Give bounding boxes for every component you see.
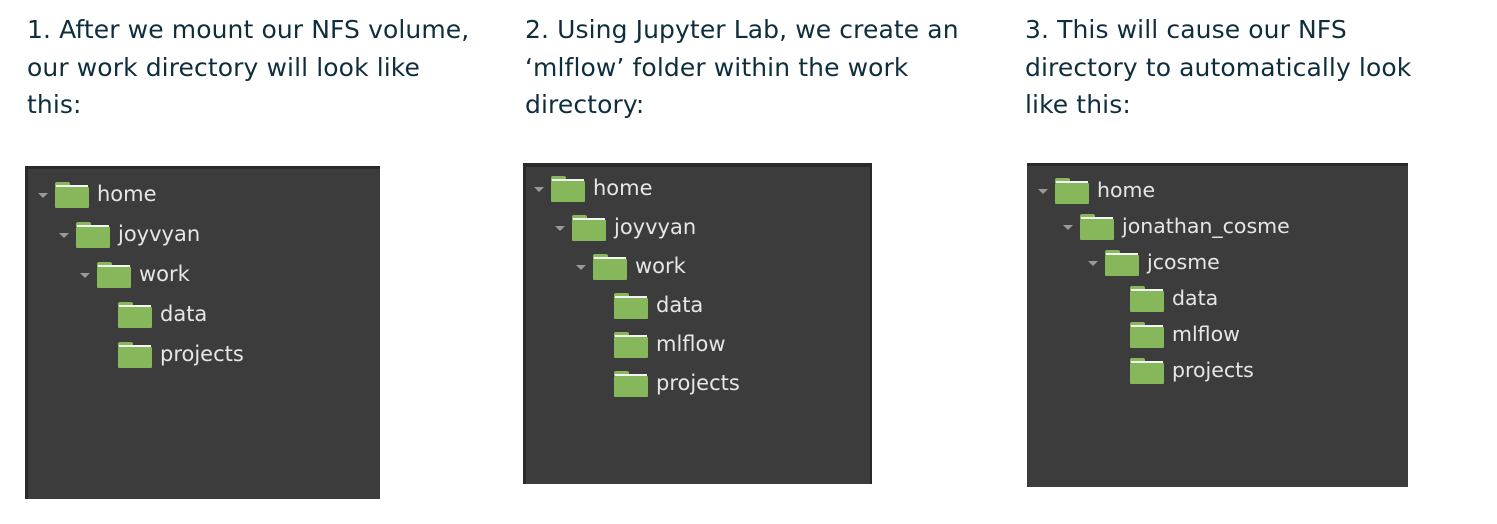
file-tree-panel-3: home jonathan_cosmejcosme data mlflow projec… [1027, 163, 1408, 487]
tree-node[interactable]: mlflow [1027, 320, 1408, 350]
tree-node-label: mlflow [656, 332, 726, 356]
step-1-caption: 1. After we mount our NFS volume, our wo… [27, 15, 470, 119]
tree-node-label: data [160, 302, 208, 326]
tree-node-label: jonathan_cosme [1122, 214, 1290, 238]
tree-node[interactable]: home [526, 174, 870, 204]
tree-node-label: projects [656, 371, 740, 395]
tree-node-label: home [97, 182, 157, 206]
tree-node-label: home [593, 176, 653, 200]
folder-icon [614, 371, 648, 397]
tree-node-label: projects [160, 342, 244, 366]
tree-node[interactable]: joyvyan [526, 213, 870, 243]
tree-node-label: data [656, 293, 704, 317]
step-2-caption: 2. Using Jupyter Lab, we create an ‘mlfl… [525, 15, 959, 119]
expand-arrow-icon[interactable] [534, 187, 544, 192]
folder-icon [118, 302, 152, 328]
tree-node[interactable]: jonathan_cosme [1027, 212, 1408, 242]
folder-icon [614, 293, 648, 319]
folder-icon [1130, 358, 1164, 384]
expand-arrow-icon[interactable] [576, 265, 586, 270]
tree-node[interactable]: work [526, 252, 870, 282]
tree-node[interactable]: projects [526, 369, 870, 399]
tree-node[interactable]: projects [28, 340, 380, 370]
tree-node-label: data [1172, 286, 1219, 310]
folder-icon [1130, 286, 1164, 312]
folder-icon [614, 332, 648, 358]
tree-node-label: mlflow [1172, 322, 1240, 346]
tree-node[interactable]: projects [1027, 356, 1408, 386]
expand-arrow-icon[interactable] [38, 193, 48, 198]
folder-icon [1105, 250, 1139, 276]
file-tree-panel-2: home joyvyan work data mlflow projects [523, 163, 872, 484]
folder-icon [1080, 214, 1114, 240]
tree-node[interactable]: home [28, 180, 380, 210]
folder-icon [1055, 178, 1089, 204]
folder-icon [118, 342, 152, 368]
folder-icon [551, 176, 585, 202]
tree-node[interactable]: home [1027, 176, 1408, 206]
folder-icon [76, 222, 110, 248]
tree-node-label: work [139, 262, 190, 286]
tree-node[interactable]: jcosme [1027, 248, 1408, 278]
expand-arrow-icon[interactable] [1063, 225, 1073, 230]
tree-node[interactable]: data [1027, 284, 1408, 314]
tree-node[interactable]: mlflow [526, 330, 870, 360]
tree-node[interactable]: data [28, 300, 380, 330]
tree-node-label: home [1097, 178, 1156, 202]
tree-node[interactable]: joyvyan [28, 220, 380, 250]
expand-arrow-icon[interactable] [80, 273, 90, 278]
tree-node-label: jcosme [1147, 250, 1220, 274]
expand-arrow-icon[interactable] [59, 233, 69, 238]
step-3-caption: 3. This will cause our NFS directory to … [1025, 15, 1412, 119]
tree-node[interactable]: data [526, 291, 870, 321]
folder-icon [593, 254, 627, 280]
tree-node[interactable]: work [28, 260, 380, 290]
expand-arrow-icon[interactable] [1088, 261, 1098, 266]
expand-arrow-icon[interactable] [1038, 189, 1048, 194]
folder-icon [1130, 322, 1164, 348]
tree-node-label: joyvyan [614, 215, 697, 239]
tree-node-label: joyvyan [118, 222, 201, 246]
folder-icon [97, 262, 131, 288]
tree-node-label: work [635, 254, 686, 278]
tree-node-label: projects [1172, 358, 1254, 382]
folder-icon [55, 182, 89, 208]
folder-icon [572, 215, 606, 241]
file-tree-panel-1: home joyvyan work data projects [25, 166, 380, 499]
expand-arrow-icon[interactable] [555, 226, 565, 231]
